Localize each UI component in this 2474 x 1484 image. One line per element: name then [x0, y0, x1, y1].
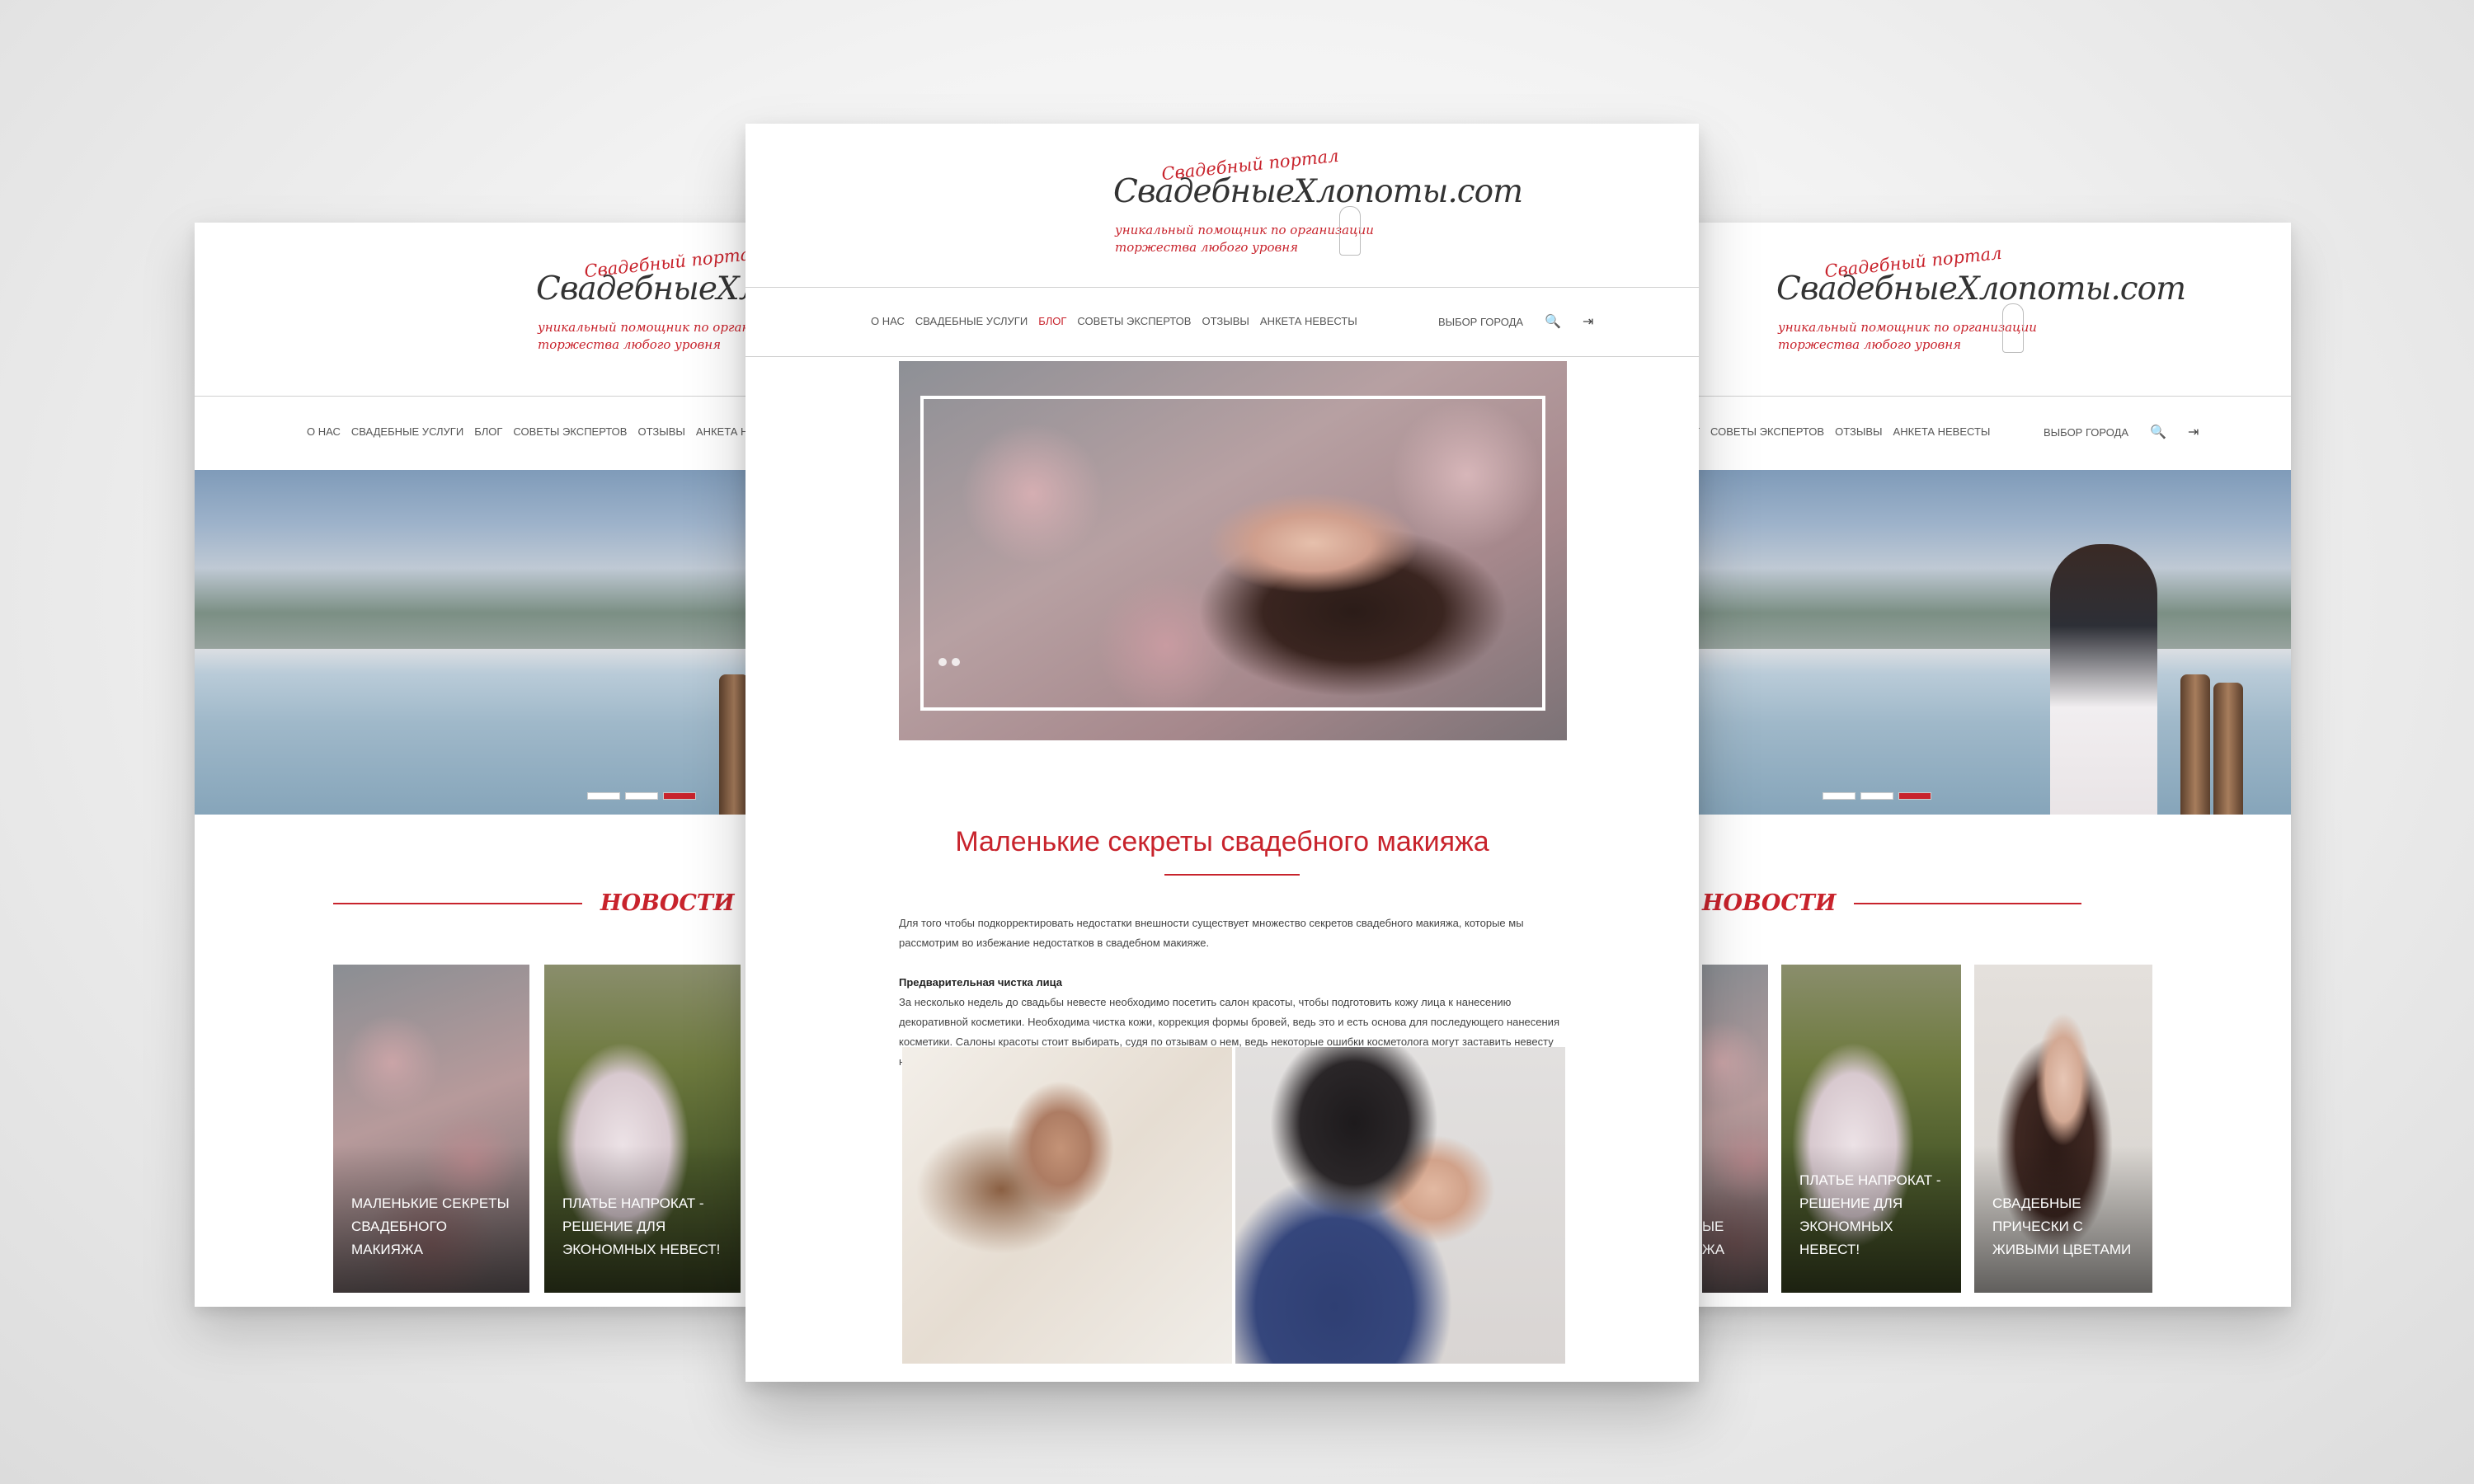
pier-post — [2180, 674, 2210, 815]
header-divider — [745, 287, 1699, 288]
nav-item-services[interactable]: СВАДЕБНЫЕ УСЛУГИ — [351, 425, 463, 438]
login-icon[interactable]: ⇥ — [2188, 424, 2199, 440]
main-nav: О НАС СВАДЕБНЫЕ УСЛУГИ БЛОГ СОВЕТЫ ЭКСПЕ… — [871, 315, 1357, 327]
site-logo[interactable]: Свадебный портал СвадебныеХлопоты.com ун… — [1776, 243, 2186, 376]
nav-item-services[interactable]: СВАДЕБНЫЕ УСЛУГИ — [915, 315, 1028, 327]
nav-divider — [745, 356, 1699, 357]
main-nav: Г СОВЕТЫ ЭКСПЕРТОВ ОТЗЫВЫ АНКЕТА НЕВЕСТЫ — [1694, 425, 1990, 438]
news-heading: НОВОСТИ — [1702, 890, 2082, 916]
news-card-partial[interactable]: ЫЕ ЖА — [1702, 965, 1768, 1293]
news-card[interactable]: ПЛАТЬЕ НАПРОКАТ - РЕШЕНИЕ ДЛЯ ЭКОНОМНЫХ … — [544, 965, 741, 1293]
logo-subtitle-1: уникальный помощник по организации — [1778, 320, 2037, 335]
article-intro: Для того чтобы подкорректировать недоста… — [899, 917, 1524, 949]
logo-name: СвадебныеХлопоты.com — [1113, 173, 1523, 210]
news-card[interactable]: МАЛЕНЬКИЕ СЕКРЕТЫ СВАДЕБНОГО МАКИЯЖА — [333, 965, 529, 1293]
caption-fragment: ЖА — [1702, 1242, 1725, 1257]
hero-frame — [920, 396, 1545, 711]
bride-photo — [902, 1047, 1232, 1364]
logo-name: СвадебныеХлопоты.com — [1776, 270, 2186, 308]
pier-post — [719, 674, 749, 815]
hero-slider-dots — [938, 658, 960, 666]
heading-rule — [1854, 902, 2082, 904]
news-card[interactable]: ПЛАТЬЕ НАПРОКАТ - РЕШЕНИЕ ДЛЯ ЭКОНОМНЫХ … — [1781, 965, 1961, 1293]
city-selector[interactable]: ВЫБОР ГОРОДА — [1438, 316, 1523, 328]
nav-item-about[interactable]: О НАС — [871, 315, 905, 327]
news-card-caption: МАЛЕНЬКИЕ СЕКРЕТЫ СВАДЕБНОГО МАКИЯЖА — [351, 1195, 510, 1257]
nav-right-tools: ВЫБОР ГОРОДА 🔍 ⇥ — [2044, 424, 2199, 440]
slider-dot-active[interactable] — [1898, 792, 1931, 800]
nav-right-tools: ВЫБОР ГОРОДА 🔍 ⇥ — [1438, 313, 1593, 330]
nav-item-reviews[interactable]: ОТЗЫВЫ — [1202, 315, 1249, 327]
nav-item-bride-form[interactable]: АНКЕТА НЕВЕСТЫ — [1893, 425, 1991, 438]
news-card[interactable]: СВАДЕБНЫЕ ПРИЧЕСКИ С ЖИВЫМИ ЦВЕТАМИ — [1974, 965, 2152, 1293]
site-logo[interactable]: Свадебный портал СвадебныеХлопоты.com ун… — [1113, 146, 1523, 279]
login-icon[interactable]: ⇥ — [1583, 313, 1593, 330]
nav-item-experts[interactable]: СОВЕТЫ ЭКСПЕРТОВ — [513, 425, 627, 438]
news-card-caption: СВАДЕБНЫЕ ПРИЧЕСКИ С ЖИВЫМИ ЦВЕТАМИ — [1992, 1195, 2132, 1257]
news-card-caption: ПЛАТЬЕ НАПРОКАТ - РЕШЕНИЕ ДЛЯ ЭКОНОМНЫХ … — [562, 1195, 721, 1257]
slider-dots — [587, 792, 696, 800]
slider-dot[interactable] — [1823, 792, 1856, 800]
logo-subtitle-2: торжества любого уровня — [538, 337, 722, 352]
nav-item-bride-form[interactable]: АНКЕТА НЕВЕСТЫ — [1260, 315, 1357, 327]
search-icon[interactable]: 🔍 — [2150, 424, 2166, 440]
nav-item-about[interactable]: О НАС — [307, 425, 341, 438]
slider-dot[interactable] — [587, 792, 620, 800]
news-card-caption: ПЛАТЬЕ НАПРОКАТ - РЕШЕНИЕ ДЛЯ ЭКОНОМНЫХ … — [1799, 1172, 1941, 1257]
nav-item-experts[interactable]: СОВЕТЫ ЭКСПЕРТОВ — [1077, 315, 1191, 327]
news-heading-label: НОВОСТИ — [1702, 890, 1837, 916]
slider-dot[interactable] — [938, 658, 947, 666]
angel-icon — [1339, 206, 1361, 256]
nav-item-blog[interactable]: БЛОГ — [474, 425, 502, 438]
news-heading-label: НОВОСТИ — [600, 890, 735, 916]
pier-post — [2213, 683, 2243, 815]
slider-dot[interactable] — [952, 658, 960, 666]
caption-fragment: ЫЕ — [1702, 1219, 1724, 1234]
search-icon[interactable]: 🔍 — [1545, 313, 1561, 330]
logo-subtitle-1: уникальный помощник по организации — [1115, 223, 1374, 237]
couple-image — [2050, 544, 2157, 815]
section-title: Предварительная чистка лица — [899, 976, 1062, 989]
logo-subtitle-2: торжества любого уровня — [1778, 337, 1962, 352]
nav-item-reviews[interactable]: ОТЗЫВЫ — [1835, 425, 1882, 438]
article-title: Маленькие секреты свадебного макияжа — [955, 826, 1489, 857]
slider-dot[interactable] — [1860, 792, 1893, 800]
angel-icon — [2002, 303, 2024, 353]
slider-dots — [1823, 792, 1931, 800]
article-hero-image — [899, 361, 1567, 740]
heading-rule — [333, 902, 582, 904]
logo-subtitle-2: торжества любого уровня — [1115, 240, 1299, 255]
news-card-caption-partial: ЫЕ ЖА — [1702, 1215, 1753, 1261]
main-nav: О НАС СВАДЕБНЫЕ УСЛУГИ БЛОГ СОВЕТЫ ЭКСПЕ… — [307, 425, 793, 438]
nav-item-reviews[interactable]: ОТЗЫВЫ — [637, 425, 684, 438]
nav-item-experts[interactable]: СОВЕТЫ ЭКСПЕРТОВ — [1710, 425, 1824, 438]
title-underline — [1164, 874, 1300, 876]
city-selector[interactable]: ВЫБОР ГОРОДА — [2044, 426, 2128, 439]
slider-dot-active[interactable] — [663, 792, 696, 800]
couple-photo — [1235, 1047, 1565, 1364]
center-page-mockup: Свадебный портал СвадебныеХлопоты.com ун… — [745, 124, 1699, 1382]
slider-dot[interactable] — [625, 792, 658, 800]
nav-item-blog[interactable]: БЛОГ — [1038, 315, 1066, 327]
